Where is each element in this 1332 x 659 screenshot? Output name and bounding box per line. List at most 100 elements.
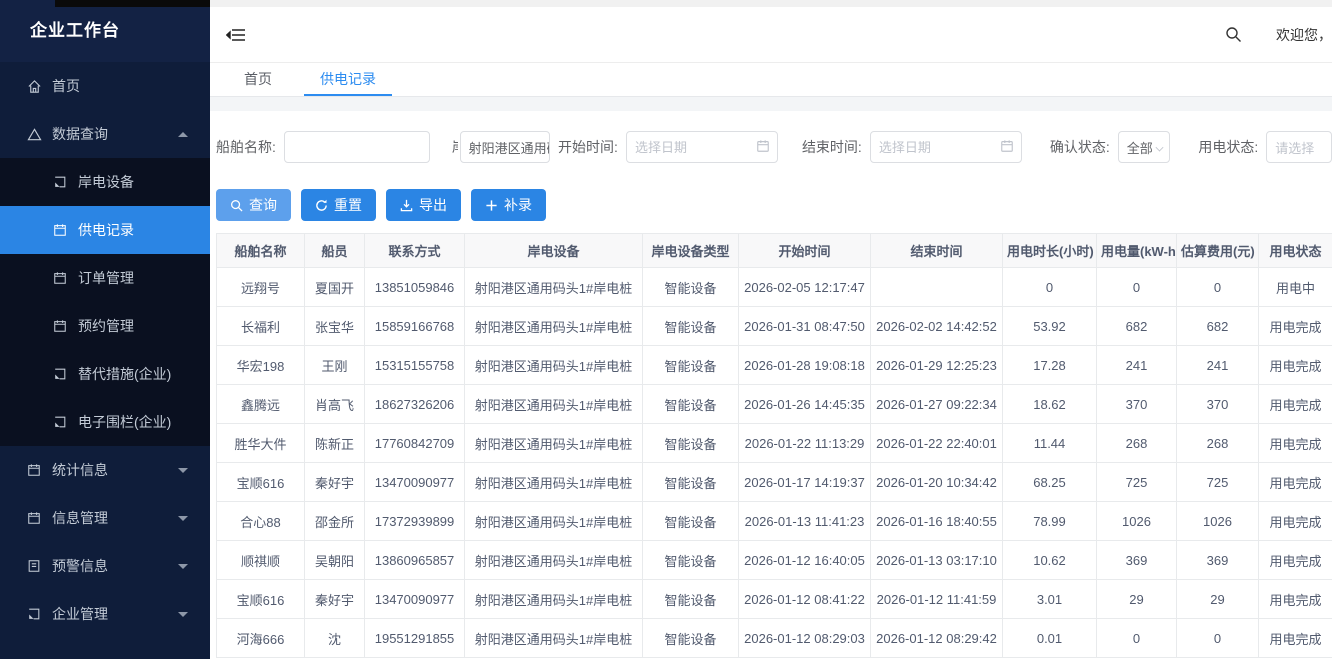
sidebar-item-label: 首页 <box>52 76 80 96</box>
cell-energy: 0 <box>1097 268 1177 307</box>
collapse-sidebar-icon[interactable] <box>226 26 246 44</box>
cell-ship-name: 鑫腾远 <box>217 385 305 424</box>
table-row[interactable]: 河海666 沈 19551291855 射阳港区通用码头1#岸电桩 智能设备 2… <box>217 619 1332 658</box>
cell-phone: 15315155758 <box>365 346 465 385</box>
table-row[interactable]: 华宏198 王刚 15315155758 射阳港区通用码头1#岸电桩 智能设备 … <box>217 346 1332 385</box>
sidebar-item-data-query[interactable]: 数据查询 <box>0 110 210 158</box>
cell-ship-name: 长福利 <box>217 307 305 346</box>
cell-end-time: 2026-01-20 10:34:42 <box>871 463 1003 502</box>
power-status-select[interactable]: 请选择 <box>1266 131 1332 163</box>
filter-row: 船舶名称: 岸电设备: 射阳港区通用码头1#岸电桩 开始时间: 结束时间: <box>216 131 1332 163</box>
calendar-icon <box>1000 139 1014 153</box>
confirm-status-label: 确认状态: <box>1050 137 1110 157</box>
reset-button[interactable]: 重置 <box>301 189 376 221</box>
sidebar-item-reservation-management[interactable]: 预约管理 <box>0 302 210 350</box>
tab-home[interactable]: 首页 <box>228 63 288 96</box>
cell-phone: 17372939899 <box>365 502 465 541</box>
cell-power-status: 用电完成 <box>1259 619 1332 658</box>
sidebar-item-information-management[interactable]: 信息管理 <box>0 494 210 542</box>
table-row[interactable]: 宝顺616 秦好宇 13470090977 射阳港区通用码头1#岸电桩 智能设备… <box>217 463 1332 502</box>
cell-device: 射阳港区通用码头1#岸电桩 <box>465 580 643 619</box>
cell-end-time: 2026-01-22 22:40:01 <box>871 424 1003 463</box>
query-button[interactable]: 查询 <box>216 189 291 221</box>
calendar-icon <box>52 318 68 334</box>
topbar-right: 欢迎您， <box>1225 25 1332 45</box>
ship-name-input[interactable] <box>284 131 430 163</box>
sidebar-item-power-records[interactable]: 供电记录 <box>0 206 210 254</box>
sidebar-item-warning-info[interactable]: 预警信息 <box>0 542 210 590</box>
table-row[interactable]: 长福利 张宝华 15859166768 射阳港区通用码头1#岸电桩 智能设备 2… <box>217 307 1332 346</box>
sidebar-item-enterprise-management[interactable]: 企业管理 <box>0 590 210 638</box>
plus-icon <box>485 199 498 212</box>
cell-crew: 沈 <box>305 619 365 658</box>
search-icon <box>230 199 243 212</box>
cell-power-status: 用电完成 <box>1259 385 1332 424</box>
cell-start-time: 2026-01-31 08:47:50 <box>739 307 871 346</box>
cell-cost: 725 <box>1177 463 1259 502</box>
cell-device: 射阳港区通用码头1#岸电桩 <box>465 346 643 385</box>
ship-name-label: 船舶名称: <box>216 137 276 157</box>
table-header-row: 船舶名称船员联系方式岸电设备岸电设备类型开始时间结束时间用电时长(小时)用电量(… <box>217 234 1332 268</box>
start-date-picker[interactable] <box>626 131 778 163</box>
welcome-text: 欢迎您， <box>1276 25 1332 45</box>
cell-device: 射阳港区通用码头1#岸电桩 <box>465 424 643 463</box>
supplement-button[interactable]: 补录 <box>471 189 546 221</box>
sidebar-item-label: 电子围栏(企业) <box>78 412 171 432</box>
cell-end-time: 2026-01-13 03:17:10 <box>871 541 1003 580</box>
search-icon[interactable] <box>1225 26 1242 43</box>
sidebar-item-order-management[interactable]: 订单管理 <box>0 254 210 302</box>
cell-start-time: 2026-01-28 19:08:18 <box>739 346 871 385</box>
sidebar-item-shore-device[interactable]: 岸电设备 <box>0 158 210 206</box>
sidebar-item-electronic-fence[interactable]: 电子围栏(企业) <box>0 398 210 446</box>
table-row[interactable]: 远翔号 夏国开 13851059846 射阳港区通用码头1#岸电桩 智能设备 2… <box>217 268 1332 307</box>
cell-device-type: 智能设备 <box>643 619 739 658</box>
cell-power-status: 用电完成 <box>1259 463 1332 502</box>
cell-duration: 53.92 <box>1003 307 1097 346</box>
table-row[interactable]: 胜华大件 陈新正 17760842709 射阳港区通用码头1#岸电桩 智能设备 … <box>217 424 1332 463</box>
cell-crew: 张宝华 <box>305 307 365 346</box>
sidebar-item-alternative-measures[interactable]: 替代措施(企业) <box>0 350 210 398</box>
cell-phone: 17760842709 <box>365 424 465 463</box>
cell-start-time: 2026-01-12 16:40:05 <box>739 541 871 580</box>
cell-cost: 0 <box>1177 268 1259 307</box>
cell-device: 射阳港区通用码头1#岸电桩 <box>465 385 643 424</box>
table-row[interactable]: 鑫腾远 肖高飞 18627326206 射阳港区通用码头1#岸电桩 智能设备 2… <box>217 385 1332 424</box>
chevron-down-icon <box>178 564 188 569</box>
table-row[interactable]: 顺祺顺 吴朝阳 13860965857 射阳港区通用码头1#岸电桩 智能设备 2… <box>217 541 1332 580</box>
cell-phone: 13470090977 <box>365 463 465 502</box>
table-row[interactable]: 合心88 邵金所 17372939899 射阳港区通用码头1#岸电桩 智能设备 … <box>217 502 1332 541</box>
home-icon <box>26 78 42 94</box>
table-row[interactable]: 宝顺616 秦好宇 13470090977 射阳港区通用码头1#岸电桩 智能设备… <box>217 580 1332 619</box>
confirm-status-select[interactable]: 全部 <box>1118 131 1171 163</box>
cell-crew: 秦好宇 <box>305 580 365 619</box>
end-date-picker[interactable] <box>870 131 1022 163</box>
cell-duration: 17.28 <box>1003 346 1097 385</box>
cell-energy: 0 <box>1097 619 1177 658</box>
sidebar-item-label: 信息管理 <box>52 508 108 528</box>
cell-cost: 0 <box>1177 619 1259 658</box>
cell-crew: 陈新正 <box>305 424 365 463</box>
sidebar-item-label: 预警信息 <box>52 556 108 576</box>
sidebar-submenu-data-query: 岸电设备 供电记录 订单管理 预约管理 替代措施(企业) <box>0 158 210 446</box>
cell-power-status: 用电完成 <box>1259 307 1332 346</box>
export-button[interactable]: 导出 <box>386 189 461 221</box>
cell-duration: 78.99 <box>1003 502 1097 541</box>
action-buttons: 查询 重置 导出 补录 <box>216 189 1332 221</box>
table-header-cell: 结束时间 <box>871 234 1003 268</box>
doc-icon <box>52 414 68 430</box>
main-area: 欢迎您， 首页 供电记录 船舶名称: 岸电设备: 射阳港区通用码头1#岸电桩 开… <box>210 0 1332 659</box>
cell-energy: 268 <box>1097 424 1177 463</box>
cell-ship-name: 胜华大件 <box>217 424 305 463</box>
sidebar-item-statistics[interactable]: 统计信息 <box>0 446 210 494</box>
cell-end-time: 2026-01-29 12:25:23 <box>871 346 1003 385</box>
device-select[interactable]: 射阳港区通用码头1#岸电桩 <box>460 131 550 163</box>
sidebar-item-home[interactable]: 首页 <box>0 62 210 110</box>
cell-device-type: 智能设备 <box>643 268 739 307</box>
cell-energy: 369 <box>1097 541 1177 580</box>
tab-power-records[interactable]: 供电记录 <box>304 63 392 96</box>
table-header-cell: 估算费用(元) <box>1177 234 1259 268</box>
cell-phone: 18627326206 <box>365 385 465 424</box>
table-header-cell: 岸电设备 <box>465 234 643 268</box>
chrome-strip <box>210 0 1332 7</box>
cell-device-type: 智能设备 <box>643 502 739 541</box>
